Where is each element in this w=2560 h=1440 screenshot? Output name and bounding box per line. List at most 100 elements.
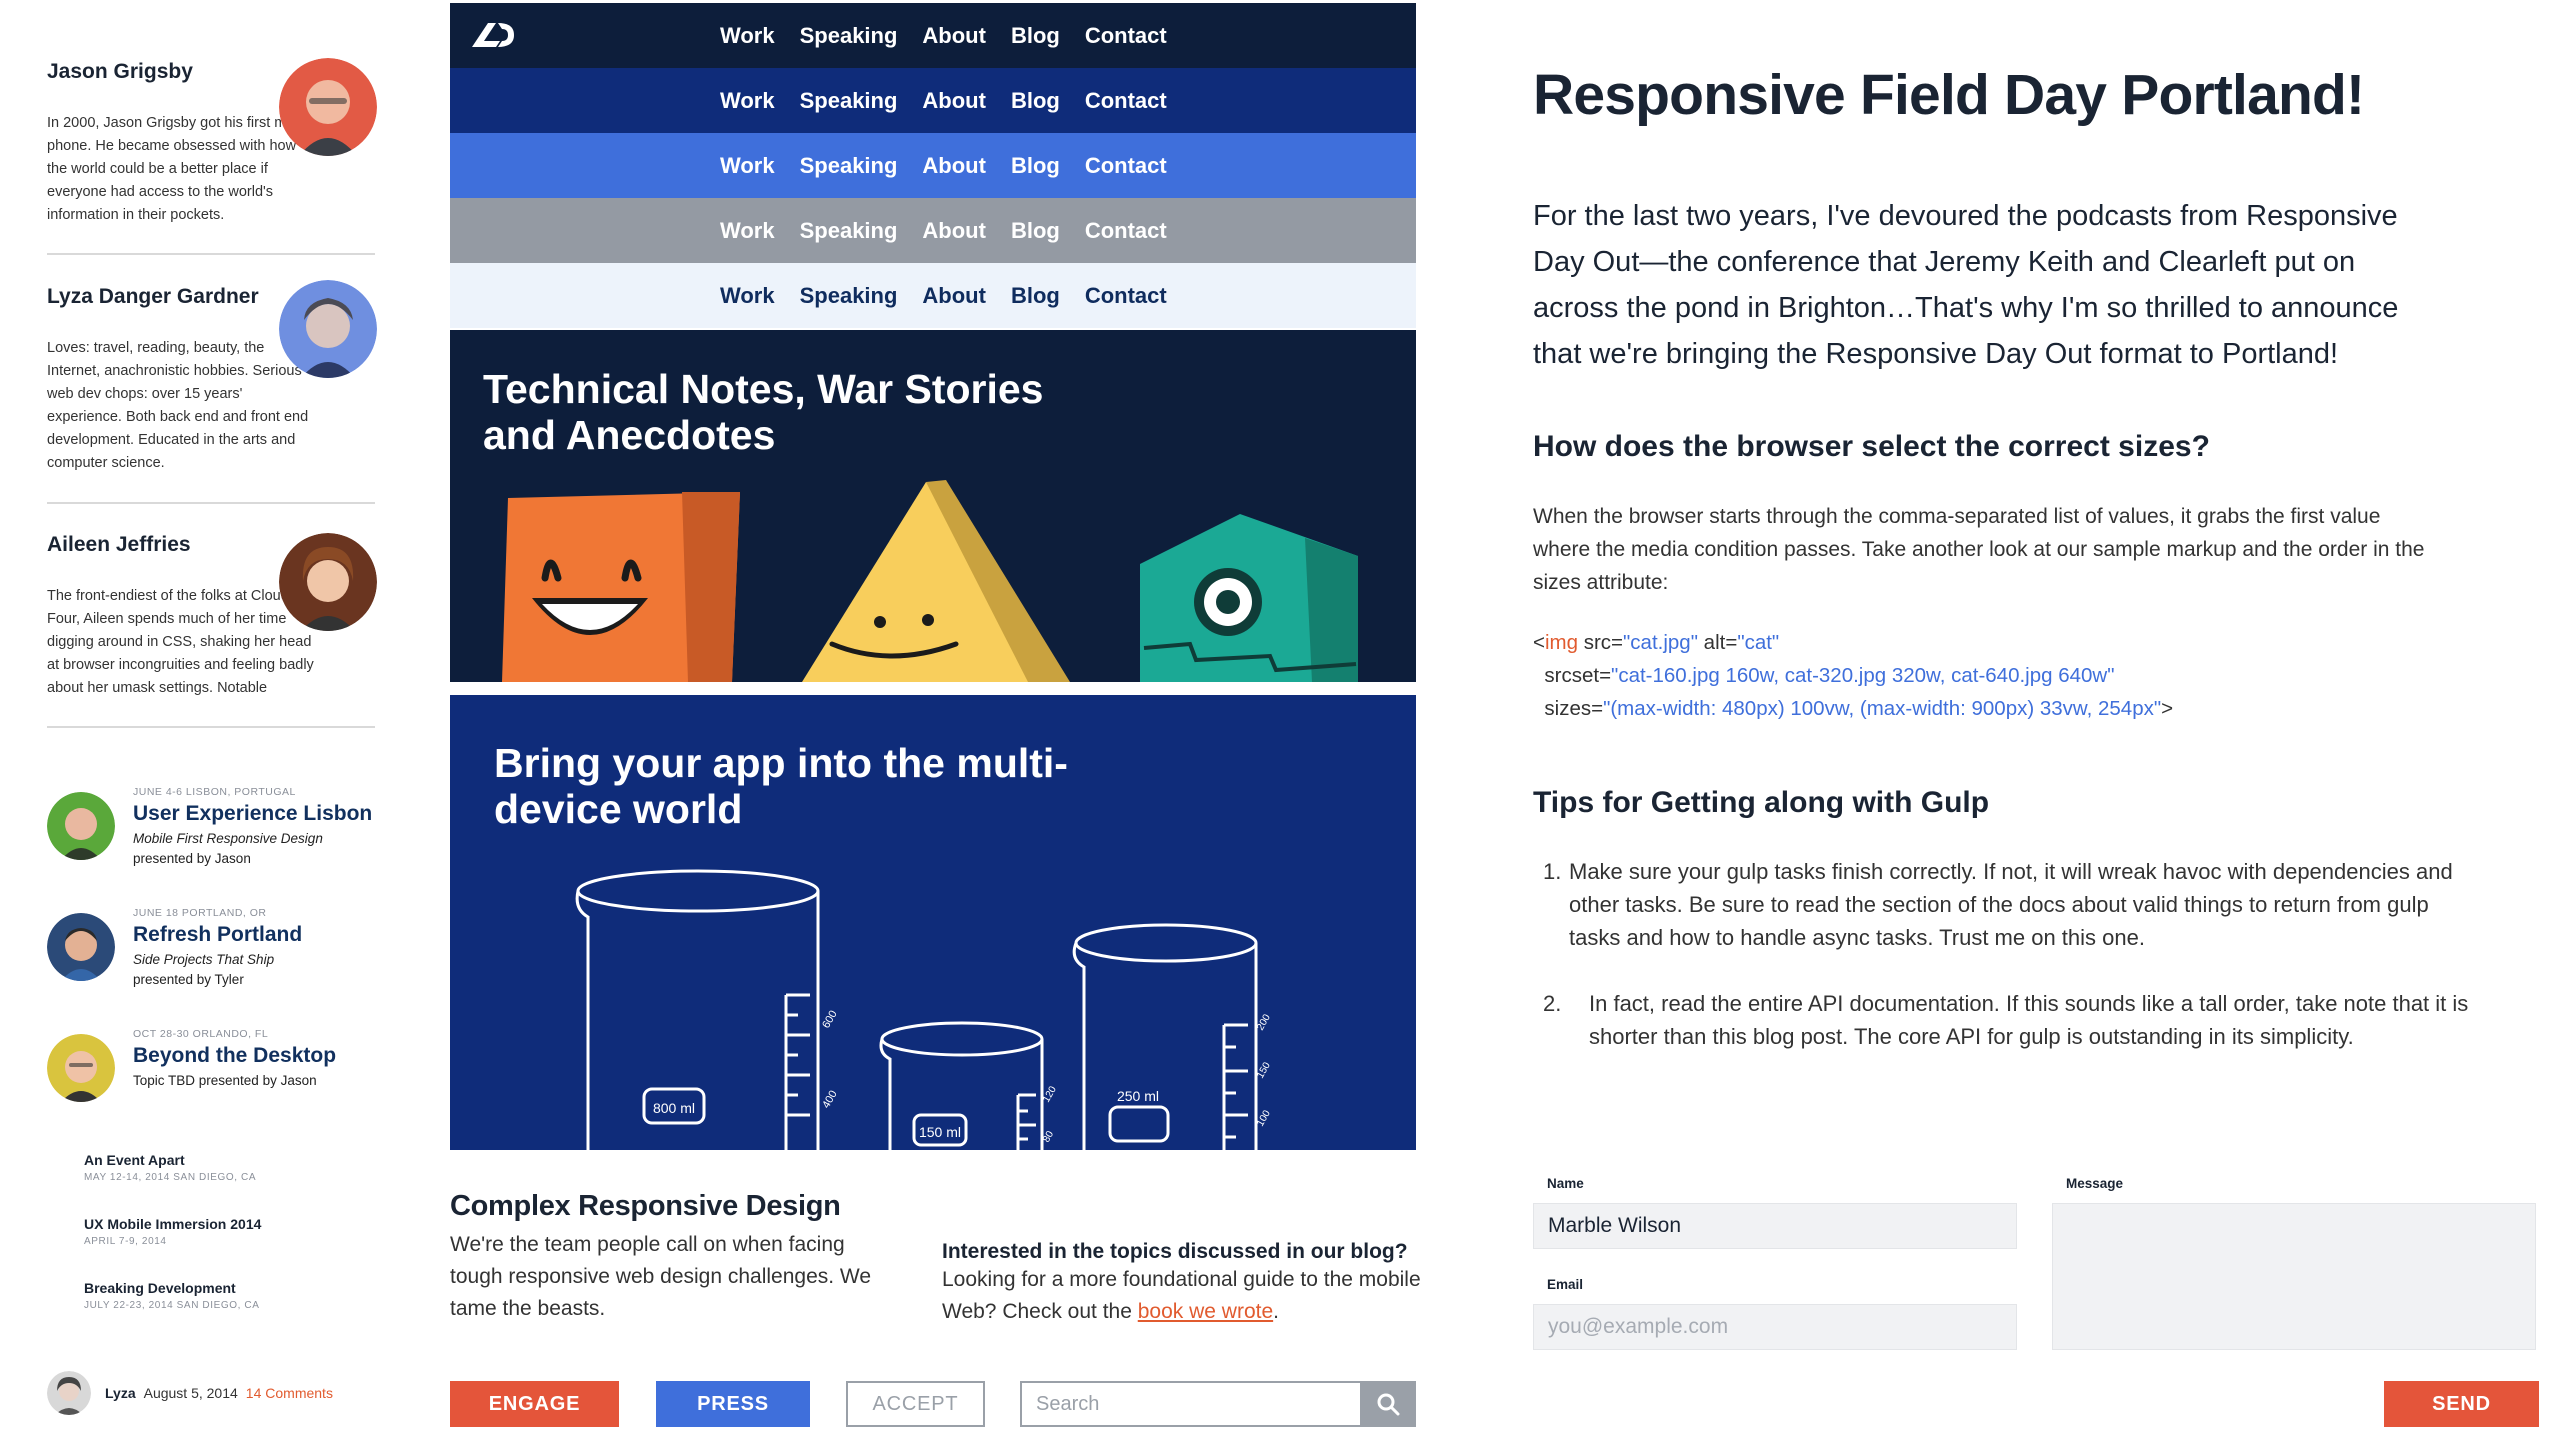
mini-event-item: Breaking Development JULY 22-23, 2014 SA… (84, 1280, 259, 1311)
comment-count-link[interactable]: 14 Comments (246, 1385, 333, 1401)
divider (47, 502, 375, 504)
person-bio: Loves: travel, reading, beauty, the Inte… (47, 340, 309, 471)
avatar[interactable] (279, 58, 377, 156)
nav-contact[interactable]: Contact (1085, 218, 1167, 244)
mini-event-title[interactable]: An Event Apart (84, 1152, 256, 1168)
nav-blog[interactable]: Blog (1011, 218, 1060, 244)
event-presenter: presented by Jason (133, 851, 251, 866)
hero-multidevice-banner: Bring your app into the multi-device wor… (450, 695, 1416, 1150)
nav-about[interactable]: About (922, 88, 986, 114)
beaker-tick-label: 100 (1255, 1108, 1273, 1128)
nav-blog[interactable]: Blog (1011, 23, 1060, 49)
green-hexagon-character (1140, 514, 1358, 682)
beaker-tick-label: 600 (820, 1009, 840, 1031)
nav-contact[interactable]: Contact (1085, 23, 1167, 49)
section-paragraph: When the browser starts through the comm… (1533, 505, 2425, 594)
event-title[interactable]: Beyond the Desktop (133, 1044, 336, 1068)
event-item: JUNE 18 PORTLAND, OR Refresh Portland Si… (47, 907, 377, 987)
code-token: src= (1578, 631, 1624, 654)
code-token: img (1544, 631, 1579, 654)
beaker-label: 250 ml (1117, 1088, 1159, 1104)
search-button[interactable] (1360, 1381, 1416, 1427)
nav-contact[interactable]: Contact (1085, 88, 1167, 114)
message-label: Message (2066, 1176, 2124, 1191)
search-icon (1377, 1393, 1400, 1416)
accept-button[interactable]: ACCEPT (846, 1381, 985, 1427)
beaker-tick-label: 400 (820, 1089, 840, 1111)
book-callout: Interested in the topics discussed in ou… (942, 1240, 1422, 1328)
style-guide-column: Work Speaking About Blog Contact Work Sp… (450, 3, 1416, 1150)
search-form: Search (1020, 1381, 1416, 1427)
list-number: 2. (1543, 991, 1562, 1016)
beaker-large (575, 869, 820, 1150)
nav-speaking[interactable]: Speaking (800, 283, 898, 309)
nav-work[interactable]: Work (720, 23, 775, 49)
engage-button[interactable]: ENGAGE (450, 1381, 619, 1427)
search-input[interactable]: Search (1020, 1381, 1360, 1427)
nav-about[interactable]: About (922, 23, 986, 49)
promo-block: Complex Responsive Design We're the team… (450, 1190, 900, 1325)
send-button[interactable]: SEND (2384, 1381, 2539, 1427)
section-heading: How does the browser select the correct … (1533, 430, 2210, 463)
nav-blog[interactable]: Blog (1011, 283, 1060, 309)
nav-speaking[interactable]: Speaking (800, 153, 898, 179)
message-field[interactable] (2052, 1203, 2536, 1350)
callout-body: Looking for a more foundational guide to… (942, 1264, 1422, 1328)
cartoon-shapes-illustration (502, 480, 1358, 682)
hero-blog-banner: Technical Notes, War Stories and Anecdot… (450, 330, 1416, 682)
person-bio: In 2000, Jason Grigsby got his first mob… (47, 115, 317, 223)
nav-about[interactable]: About (922, 283, 986, 309)
nav-about[interactable]: About (922, 218, 986, 244)
logo-icon[interactable] (468, 17, 518, 53)
list-item: 2. In fact, read the entire API document… (1543, 987, 2483, 1053)
nav-blog[interactable]: Blog (1011, 153, 1060, 179)
article-title: Responsive Field Day Portland! (1533, 63, 2365, 127)
nav-blog[interactable]: Blog (1011, 88, 1060, 114)
nav-speaking[interactable]: Speaking (800, 23, 898, 49)
promo-title: Complex Responsive Design (450, 1190, 841, 1222)
mini-event-title[interactable]: UX Mobile Immersion 2014 (84, 1216, 261, 1232)
nav-speaking[interactable]: Speaking (800, 88, 898, 114)
nav-work[interactable]: Work (720, 88, 775, 114)
event-title[interactable]: User Experience Lisbon (133, 802, 372, 826)
avatar[interactable] (279, 533, 377, 631)
email-label: Email (1547, 1277, 1584, 1292)
beaker-tick-label: 120 (1041, 1084, 1059, 1104)
event-meta: JUNE 4-6 LISBON, PORTUGAL (133, 786, 296, 798)
code-token: "cat" (1737, 631, 1780, 654)
person-bio: The front-endiest of the folks at Cloud … (47, 588, 314, 696)
event-meta: JUNE 18 PORTLAND, OR (133, 907, 267, 919)
name-field[interactable]: Marble Wilson (1533, 1203, 2017, 1249)
nav-about[interactable]: About (922, 153, 986, 179)
navbar-royal: Work Speaking About Blog Contact (450, 68, 1416, 133)
avatar (47, 792, 115, 860)
list-text: In fact, read the entire API documentati… (1589, 991, 2469, 1049)
comment-date: August 5, 2014 (143, 1385, 238, 1401)
article-intro: For the last two years, I've devoured th… (1533, 200, 2399, 370)
avatar (47, 1371, 91, 1415)
navbar-dark: Work Speaking About Blog Contact (450, 3, 1416, 68)
book-link[interactable]: book we wrote (1138, 1300, 1273, 1323)
comment-user[interactable]: Lyza (105, 1385, 136, 1401)
beaker-tick-label: 200 (1255, 1012, 1273, 1032)
yellow-triangle-character (802, 480, 1070, 682)
event-item: OCT 28-30 ORLANDO, FL Beyond the Desktop… (47, 1028, 377, 1102)
event-item: JUNE 4-6 LISBON, PORTUGAL User Experienc… (47, 786, 377, 866)
press-button[interactable]: PRESS (656, 1381, 810, 1427)
person-card: Jason Grigsby In 2000, Jason Grigsby got… (47, 58, 377, 227)
email-field[interactable]: you@example.com (1533, 1304, 2017, 1350)
avatar (47, 1034, 115, 1102)
nav-contact[interactable]: Contact (1085, 283, 1167, 309)
comment-byline: Lyza August 5, 2014 14 Comments (47, 1370, 333, 1416)
nav-work[interactable]: Work (720, 218, 775, 244)
promo-body: We're the team people call on when facin… (450, 1233, 872, 1320)
person-card: Aileen Jeffries The front-endiest of the… (47, 533, 377, 700)
nav-work[interactable]: Work (720, 283, 775, 309)
mini-event-title[interactable]: Breaking Development (84, 1280, 259, 1296)
nav-work[interactable]: Work (720, 153, 775, 179)
nav-speaking[interactable]: Speaking (800, 218, 898, 244)
event-title[interactable]: Refresh Portland (133, 923, 302, 947)
avatar[interactable] (279, 280, 377, 378)
nav-contact[interactable]: Contact (1085, 153, 1167, 179)
beaker-small (879, 1021, 1044, 1150)
